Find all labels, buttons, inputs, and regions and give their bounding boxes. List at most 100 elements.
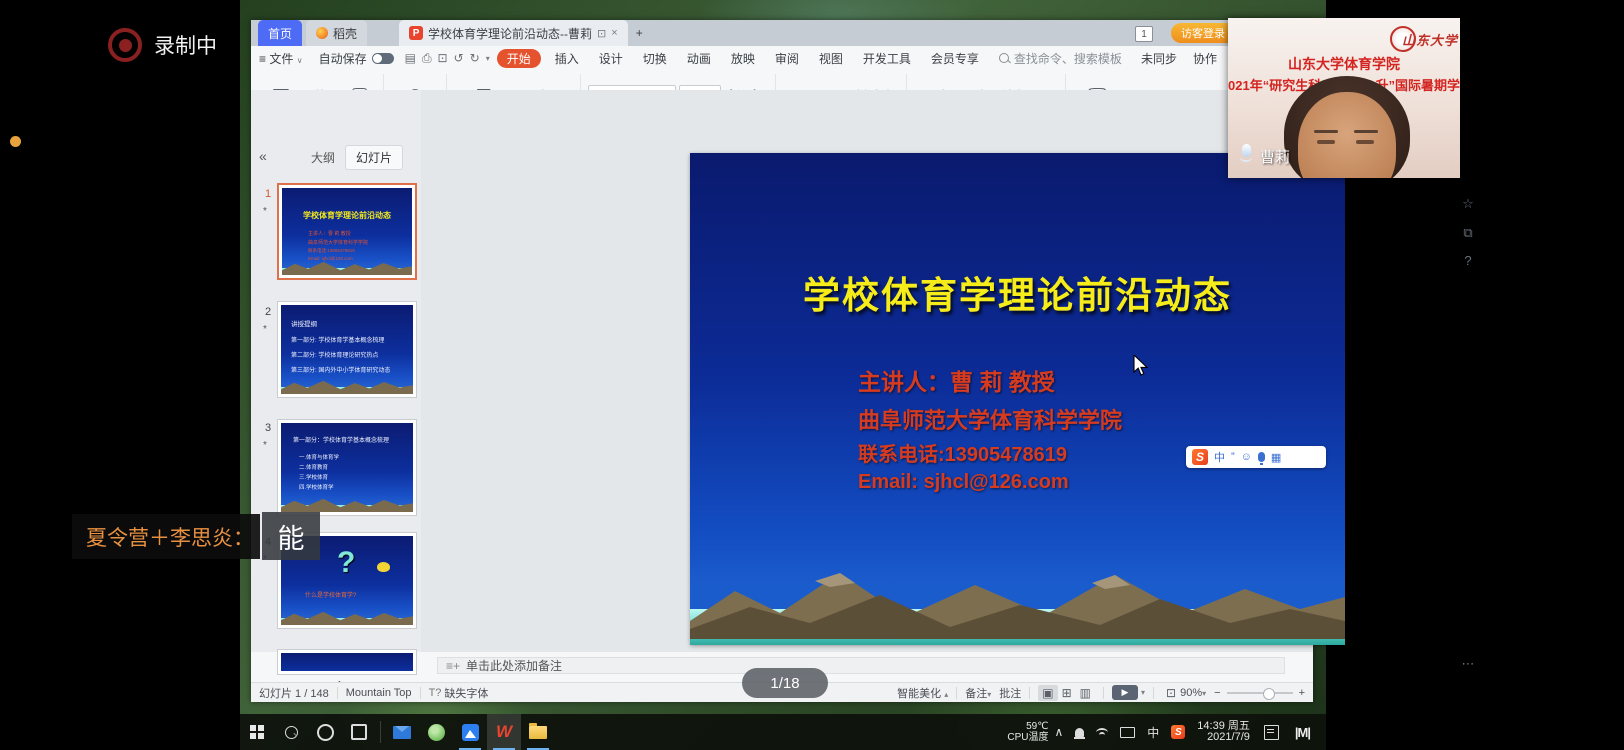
chevron-down-icon: ▾ [1202, 689, 1206, 698]
file-menu[interactable]: ≡ 文件 ∨ [251, 50, 311, 67]
tab-start[interactable]: 开始 [497, 49, 541, 68]
notes-button[interactable]: 备注▾ [965, 685, 991, 701]
command-search-input[interactable]: 查找命令、搜索模板 [989, 50, 1132, 67]
banner-line1: 山东大学体育学院 [1228, 54, 1460, 74]
start-button[interactable] [240, 714, 274, 750]
chevron-down-icon[interactable]: ▾ [1141, 688, 1145, 697]
tab-view-label: 视图 [819, 52, 843, 66]
present-mode-icon[interactable]: ⊡ [597, 27, 606, 40]
plus-icon: + [636, 26, 643, 40]
file-menu-label: 文件 [269, 52, 293, 66]
beautify-button[interactable]: 智能美化 ▴ [897, 685, 948, 701]
sogou-tray-icon[interactable]: S [1171, 725, 1185, 739]
tab-review[interactable]: 审阅 [765, 50, 809, 67]
grid-view-button[interactable]: ⊞ [1058, 685, 1076, 701]
browser-app-button[interactable] [419, 714, 453, 750]
sync-status[interactable]: 未同步 [1133, 50, 1185, 67]
collaborate-label: 协作 [1193, 52, 1217, 66]
slide-canvas[interactable]: 学校体育学理论前沿动态 主讲人：曹 莉 教授 曲阜师范大学体育科学学院 联系电话… [690, 153, 1345, 645]
new-tab-button[interactable]: + [628, 20, 651, 46]
window-count-box[interactable]: 1 [1135, 26, 1153, 42]
thumb2-title: 讲授提纲 [291, 318, 317, 328]
zoom-in-button[interactable]: + [1299, 687, 1305, 699]
redo-icon[interactable]: ↻ [467, 51, 483, 65]
tab-slides[interactable]: 幻灯片 [345, 145, 403, 170]
tab-document[interactable]: P 学校体育学理论前沿动态--曹莉 ⊡ × [399, 20, 628, 46]
task-view-button[interactable] [342, 714, 376, 750]
zoom-out-button[interactable]: − [1214, 687, 1220, 699]
slide-thumbnail-1[interactable]: 学校体育学理论前沿动态 主讲人：曹 莉 教授 曲阜师范大学体育科学学院 联系电话… [277, 183, 417, 280]
touch-keyboard-icon[interactable] [1120, 727, 1135, 738]
tab-docer[interactable]: 稻壳 [306, 20, 367, 46]
notification-bell-icon[interactable] [1075, 728, 1084, 737]
collaborate-button[interactable]: 协作 [1185, 50, 1225, 67]
sidebar-ellipsis-icon[interactable]: ⋯ [1458, 656, 1478, 672]
preview-icon[interactable]: ⊡ [435, 51, 451, 65]
missing-font-label[interactable]: 缺失字体 [444, 685, 488, 701]
zoom-slider-knob[interactable] [1263, 688, 1275, 700]
ime-keyboard-icon[interactable]: ▦ [1271, 451, 1281, 464]
slide-thumbnail-5[interactable] [277, 649, 417, 675]
sidebar-star-icon[interactable]: ☆ [1458, 196, 1478, 212]
mail-app-button[interactable] [385, 714, 419, 750]
slide-college: 曲阜师范大学体育科学学院 [858, 403, 1122, 435]
comments-button[interactable]: 批注 [999, 685, 1021, 701]
webcam-overlay[interactable]: 山东大学 山东大学体育学院 021年“研究生科 升”国际暑期学 曹莉 [1228, 18, 1460, 178]
wifi-icon[interactable] [1096, 728, 1108, 737]
ime-mic-icon[interactable] [1258, 452, 1265, 462]
tab-animation[interactable]: 动画 [677, 50, 721, 67]
tab-home[interactable]: 首页 [258, 20, 302, 46]
clock[interactable]: 14:39 周五 2021/7/9 [1197, 721, 1250, 743]
notes-bar[interactable]: ≡+ 单击此处添加备注 [437, 657, 1285, 674]
tab-slideshow[interactable]: 放映 [721, 50, 765, 67]
sogou-logo-icon[interactable]: S [1192, 449, 1208, 465]
chevron-down-icon: ∨ [297, 56, 303, 65]
page-indicator-label: 1/18 [770, 675, 799, 692]
zoom-slider[interactable] [1227, 692, 1293, 694]
tray-expand-icon[interactable]: ∧ [1054, 725, 1063, 739]
notification-center-icon[interactable] [1264, 725, 1279, 740]
tab-insert[interactable]: 插入 [545, 50, 589, 67]
task-view-icon [351, 724, 367, 740]
autosave-toggle[interactable]: 自动保存 [311, 50, 402, 67]
collapse-ribbon-icon[interactable]: ▾ [483, 54, 493, 63]
print-icon[interactable]: ⎙ [419, 51, 435, 66]
cortana-button[interactable] [308, 714, 342, 750]
thumb-mountains [281, 378, 413, 394]
ime-cn-icon[interactable]: 中 [1214, 449, 1225, 465]
fit-window-button[interactable]: ⊡ [1162, 685, 1180, 701]
tab-outline[interactable]: 大纲 [301, 146, 345, 169]
meeting-app-button[interactable] [453, 714, 487, 750]
file-explorer-button[interactable] [521, 714, 555, 750]
ime-mode-indicator[interactable]: 中 [1147, 724, 1159, 741]
tab-view[interactable]: 视图 [809, 50, 853, 67]
slideshow-play-button[interactable]: ▶ [1112, 685, 1138, 700]
sidebar-help-icon[interactable]: ? [1458, 253, 1478, 268]
ime-emoji-icon[interactable]: ☺ [1241, 451, 1252, 463]
wps-app-button[interactable]: W [487, 714, 521, 750]
slide-number: 2 [265, 306, 271, 318]
tab-design-label: 设计 [599, 52, 623, 66]
save-icon[interactable]: ▤ [402, 51, 419, 65]
tab-devtools[interactable]: 开发工具 [853, 50, 921, 67]
side-dot-icon [10, 136, 21, 147]
im-tray-icon[interactable]: |M| [1295, 725, 1310, 740]
ime-punct-icon[interactable]: ” [1231, 451, 1235, 463]
taskbar-search-button[interactable] [274, 714, 308, 750]
sidebar-duplicate-icon[interactable]: ⧉ [1458, 225, 1478, 241]
reading-view-button[interactable]: ▥ [1076, 685, 1095, 701]
tab-membership[interactable]: 会员专享 [921, 50, 989, 67]
undo-icon[interactable]: ↺ [451, 51, 467, 65]
chevron-up-icon: ▴ [944, 690, 948, 699]
thumb1-line: 曲阜师范大学体育科学学院 [308, 239, 368, 246]
theme-name[interactable]: Mountain Top [346, 687, 412, 699]
tab-transition[interactable]: 切换 [633, 50, 677, 67]
tab-design[interactable]: 设计 [589, 50, 633, 67]
zoom-level[interactable]: 90%▾ [1180, 687, 1206, 699]
slide-thumbnail-2[interactable]: 讲授提纲 第一部分: 学校体育学基本概念梳理 第二部分: 学校体育理论研究热点 … [277, 301, 417, 398]
close-tab-icon[interactable]: × [611, 27, 617, 39]
normal-view-button[interactable]: ▣ [1038, 685, 1057, 701]
slide-thumbnail-3[interactable]: 第一部分：学校体育学基本概念梳理 一.体育与体育学 二.体育教育 三.学校体育 … [277, 419, 417, 516]
sogou-ime-toolbar[interactable]: S 中 ” ☺ ▦ [1186, 446, 1326, 468]
tab-document-label: 学校体育学理论前沿动态--曹莉 [428, 25, 592, 42]
